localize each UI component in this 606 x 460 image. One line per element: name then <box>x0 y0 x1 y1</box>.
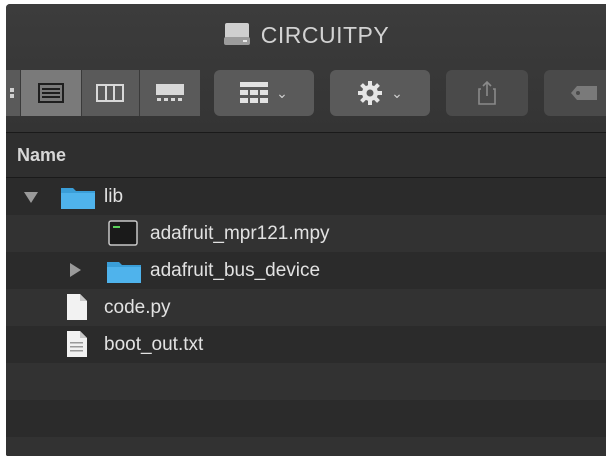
list-item[interactable]: code.py <box>6 289 606 326</box>
view-mode-control <box>6 70 200 116</box>
executable-file-icon <box>108 220 138 246</box>
column-view-button[interactable] <box>81 70 141 116</box>
chevron-down-icon: ⌄ <box>276 84 288 101</box>
tag-icon <box>571 86 597 100</box>
document-icon <box>67 294 87 320</box>
window-title-text: CIRCUITPY <box>260 22 390 48</box>
list-view-icon <box>37 83 64 103</box>
list-view-button[interactable] <box>20 70 82 116</box>
group-by-button[interactable]: ⌄ <box>214 70 314 116</box>
tags-button[interactable] <box>544 70 606 116</box>
icon-view-button[interactable] <box>6 70 21 116</box>
folder-icon <box>61 188 95 209</box>
gallery-view-icon <box>156 84 185 101</box>
disclosure-collapsed-icon[interactable] <box>70 263 81 277</box>
column-header-name[interactable]: Name <box>6 133 606 178</box>
gear-icon <box>358 81 383 105</box>
document-icon <box>67 331 87 357</box>
finder-window: CIRCUITPY ⌄ ⌄ Name lib adafruit_mpr121.m… <box>6 4 606 456</box>
list-item-label: adafruit_bus_device <box>150 260 321 281</box>
icon-view-icon <box>9 88 14 98</box>
list-item[interactable]: lib <box>6 178 606 215</box>
gallery-view-button[interactable] <box>140 70 200 116</box>
chevron-down-icon: ⌄ <box>391 84 403 101</box>
list-item-label: adafruit_mpr121.mpy <box>150 223 330 244</box>
file-list: lib adafruit_mpr121.mpy adafruit_bus_dev… <box>6 178 606 456</box>
list-item[interactable]: adafruit_bus_device <box>6 252 606 289</box>
column-header-label: Name <box>17 145 67 165</box>
share-icon <box>478 80 496 105</box>
grid-icon <box>240 82 269 103</box>
empty-row <box>6 437 606 456</box>
drive-icon <box>223 23 250 45</box>
title-toolbar: CIRCUITPY ⌄ ⌄ <box>6 4 606 133</box>
column-view-icon <box>96 84 125 102</box>
share-button[interactable] <box>446 70 528 116</box>
list-item-label: boot_out.txt <box>104 334 204 355</box>
list-item[interactable]: adafruit_mpr121.mpy <box>6 215 606 252</box>
action-button[interactable]: ⌄ <box>330 70 430 116</box>
list-item-label: lib <box>104 186 124 207</box>
empty-row <box>6 400 606 437</box>
empty-row <box>6 363 606 400</box>
list-item-label: code.py <box>104 297 171 318</box>
disclosure-expanded-icon[interactable] <box>24 192 38 203</box>
folder-icon <box>107 262 141 283</box>
list-item[interactable]: boot_out.txt <box>6 326 606 363</box>
window-title: CIRCUITPY <box>6 22 606 49</box>
